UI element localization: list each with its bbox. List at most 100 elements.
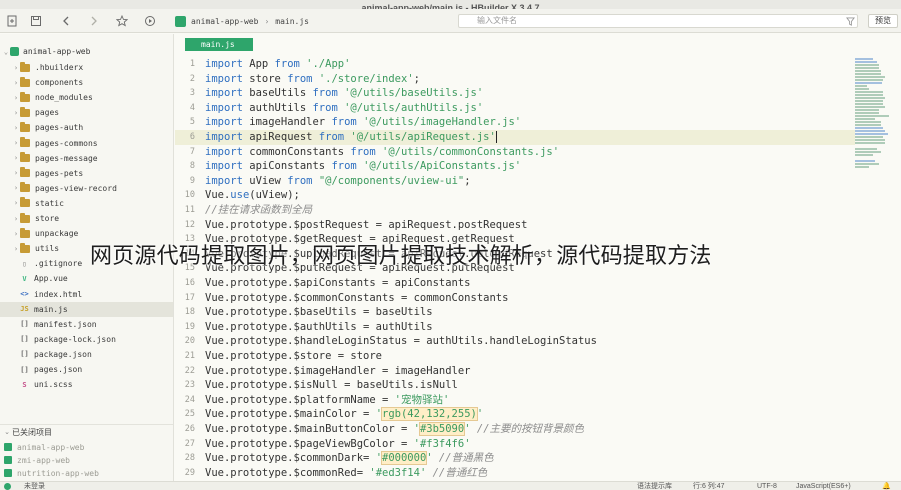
tree-file-item[interactable]: [] package.json: [0, 347, 173, 362]
tree-folder-item[interactable]: › static: [0, 196, 173, 211]
closed-project-item[interactable]: nutrition-app-web: [0, 466, 99, 480]
star-icon[interactable]: [114, 13, 130, 29]
project-icon: [4, 469, 12, 477]
tree-item-label: static: [35, 198, 64, 208]
chevron-right-icon: ›: [13, 93, 19, 102]
status-bar: 未登录 语法提示库 行:6 列:47 UTF-8 JavaScript(ES6+…: [0, 481, 901, 490]
code-line: 26 Vue.prototype.$mainButtonColor = '#3b5…: [175, 422, 855, 437]
folder-icon: [20, 152, 30, 163]
tree-folder-item[interactable]: › .hbuilderx: [0, 60, 173, 75]
line-number: 1: [189, 59, 195, 69]
forward-icon[interactable]: [86, 13, 102, 29]
line-number: 28: [184, 453, 195, 464]
tree-item-label: App.vue: [34, 274, 68, 284]
project-icon: [4, 456, 12, 464]
chevron-right-icon: ›: [13, 214, 19, 223]
line-number: 21: [184, 351, 195, 361]
tree-file-item[interactable]: [] manifest.json: [0, 317, 173, 332]
tree-file-item[interactable]: [] package-lock.json: [0, 332, 173, 347]
file-search-input[interactable]: 输入文件名: [458, 14, 858, 28]
project-root[interactable]: ⌄ animal-app-web: [2, 44, 173, 59]
line-number: 22: [184, 365, 195, 376]
tree-file-item[interactable]: Suni.scss: [0, 377, 173, 392]
tree-item-label: pages-pets: [35, 168, 84, 178]
chevron-right-icon: ›: [13, 244, 19, 253]
breadcrumb-project[interactable]: animal-app-web: [191, 17, 258, 26]
line-number: 23: [184, 380, 195, 391]
code-line: 12 Vue.prototype.$postRequest = apiReques…: [175, 218, 855, 233]
tree-file-item[interactable]: JS main.js: [0, 301, 173, 317]
code-line: 27 Vue.prototype.$pageViewBgColor = '#f3f…: [175, 437, 855, 452]
tree-item-label: uni.scss: [34, 380, 73, 390]
save-icon[interactable]: [28, 13, 44, 29]
new-file-icon[interactable]: [4, 13, 20, 29]
user-icon: [4, 482, 11, 490]
breadcrumb-file[interactable]: main.js: [275, 17, 309, 26]
tree-folder-item[interactable]: › pages-message: [0, 151, 173, 166]
line-number: 18: [184, 307, 195, 318]
closed-project-label: animal-app-web: [17, 442, 85, 452]
chevron-right-icon: ›: [13, 229, 19, 238]
tree-folder-item[interactable]: › pages-auth: [0, 120, 173, 135]
tree-item-label: pages-view-record: [35, 183, 117, 193]
code-minimap[interactable]: [855, 56, 891, 216]
closed-projects-label: 已关闭项目: [12, 427, 52, 437]
code-line: 2 import store from './store/index';: [175, 72, 855, 87]
line-number: 2: [189, 73, 195, 84]
bell-icon[interactable]: 🔔: [882, 482, 891, 490]
tree-item-label: unpackage: [35, 229, 79, 239]
line-number: 17: [184, 292, 195, 303]
code-line: 17 Vue.prototype.$commonConstants = commo…: [175, 291, 855, 306]
chevron-right-icon: ›: [264, 16, 270, 26]
tree-folder-item[interactable]: › store: [0, 211, 173, 226]
code-line: 16 Vue.prototype.$apiConstants = apiConst…: [175, 276, 855, 291]
tree-file-item[interactable]: [] pages.json: [0, 362, 173, 377]
line-number: 26: [184, 424, 195, 434]
code-line: 8 import apiConstants from '@/utils/ApiCo…: [175, 159, 855, 174]
code-line: 11//挂在请求函数到全局: [175, 203, 855, 218]
closed-project-item[interactable]: zmi-app-web: [0, 453, 70, 467]
back-icon[interactable]: [58, 13, 74, 29]
scss-file-icon: S: [22, 380, 27, 389]
title-bar: animal-app-web/main.js - HBuilder X 3.4.…: [0, 0, 901, 13]
code-line: 23 Vue.prototype.$isNull = baseUtils.isNu…: [175, 378, 855, 393]
tree-folder-item[interactable]: › pages: [0, 105, 173, 120]
login-label[interactable]: 未登录: [24, 482, 45, 490]
code-line: 18 Vue.prototype.$baseUtils = baseUtils: [175, 305, 855, 320]
line-number: 3: [189, 88, 195, 99]
file-icon: ▯: [22, 259, 27, 268]
code-line: 7 import commonConstants from '@/utils/co…: [175, 145, 855, 160]
folder-icon: [20, 227, 30, 238]
tree-item-label: pages: [35, 108, 60, 118]
syntax-hint-library[interactable]: 语法提示库: [637, 482, 672, 490]
tree-folder-item[interactable]: › pages-view-record: [0, 181, 173, 196]
tree-item-label: utils: [35, 244, 60, 254]
code-line: 10 Vue.use(uView);: [175, 188, 855, 203]
code-line: 5 import imageHandler from '@/utils/image…: [175, 115, 855, 130]
code-line: 21 Vue.prototype.$store = store: [175, 349, 855, 364]
closed-projects-header[interactable]: ⌄ 已关闭项目: [0, 424, 173, 439]
tree-folder-item[interactable]: › pages-pets: [0, 166, 173, 181]
tree-folder-item[interactable]: › pages-commons: [0, 136, 173, 151]
filter-icon[interactable]: [846, 17, 855, 26]
code-line: 29 Vue.prototype.$commonRed= '#ed3f14' //…: [175, 466, 855, 481]
language-mode[interactable]: JavaScript(ES6+): [796, 482, 851, 490]
code-line: 19 Vue.prototype.$authUtils = authUtils: [175, 320, 855, 335]
tree-file-item[interactable]: V App.vue: [0, 271, 173, 286]
code-line-current: 6 import apiRequest from '@/utils/apiRequ…: [175, 130, 855, 145]
cursor-position[interactable]: 行:6 列:47: [693, 482, 725, 490]
tree-folder-item[interactable]: › node_modules: [0, 90, 173, 105]
line-number: 10: [184, 190, 195, 201]
tree-file-item[interactable]: <> index.html: [0, 287, 173, 302]
run-icon[interactable]: [142, 13, 158, 29]
line-number: 9: [189, 175, 195, 186]
html-file-icon: <>: [20, 290, 29, 298]
tree-folder-item[interactable]: › components: [0, 75, 173, 90]
login-status[interactable]: [4, 482, 11, 490]
closed-project-item[interactable]: animal-app-web: [0, 440, 84, 454]
folder-icon: [20, 76, 30, 87]
preview-button[interactable]: 预览: [868, 14, 898, 28]
tab-main-js[interactable]: main.js: [185, 38, 253, 51]
line-number: 24: [184, 394, 195, 405]
file-encoding[interactable]: UTF-8: [757, 482, 777, 490]
